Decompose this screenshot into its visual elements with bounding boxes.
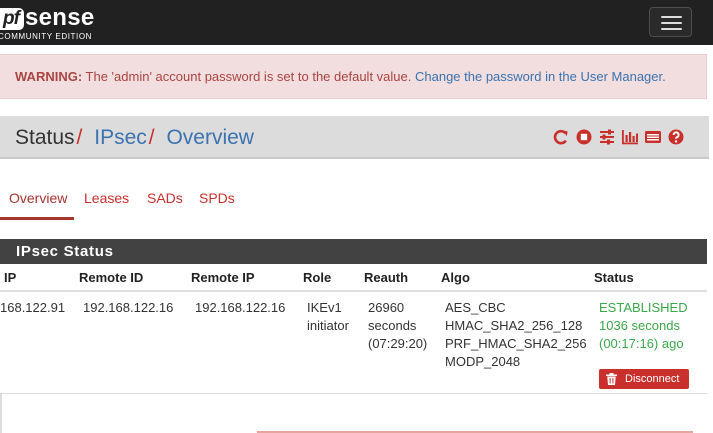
column-header[interactable]: Remote ID — [79, 270, 143, 285]
hamburger-bar-icon — [661, 16, 682, 18]
logo-pf-mark: pf — [0, 8, 24, 30]
cell-role: IKEv1 initiator — [307, 299, 349, 335]
table-row: 168.122.91 192.168.122.16 192.168.122.16… — [0, 294, 707, 394]
status-established: ESTABLISHED — [599, 300, 688, 315]
cell-algo: AES_CBC HMAC_SHA2_256_128 PRF_HMAC_SHA2_… — [445, 299, 587, 371]
breadcrumb-separator: / — [148, 126, 155, 149]
change-password-link[interactable]: Change the password in the User Manager. — [415, 69, 666, 84]
column-header[interactable]: IP — [4, 270, 16, 285]
hamburger-bar-icon — [661, 22, 682, 24]
ipsec-tabs: Overview Leases SADs SPDs — [0, 184, 713, 220]
cell-status: ESTABLISHED 1036 seconds (00:17:16) ago — [599, 299, 688, 353]
top-navbar: pf sense COMMUNITY EDITION — [0, 0, 713, 45]
cell-remote-id: 192.168.122.16 — [83, 300, 174, 315]
column-header[interactable]: Status — [594, 270, 634, 285]
role-line: IKEv1 — [307, 300, 342, 315]
algo-line: MODP_2048 — [445, 354, 521, 369]
pfsense-logo[interactable]: pf sense COMMUNITY EDITION — [0, 6, 108, 42]
default-password-warning: WARNING: The 'admin' account password is… — [0, 54, 707, 99]
reauth-line: (07:29:20) — [368, 336, 428, 351]
breadcrumb-separator: / — [76, 126, 83, 149]
breadcrumb: Status/ IPsec/ Overview — [15, 126, 254, 150]
page-toolbar — [552, 128, 685, 146]
column-header[interactable]: Role — [303, 270, 331, 285]
ipsec-status-heading: IPsec Status — [0, 239, 707, 264]
hamburger-bar-icon — [661, 28, 682, 30]
reauth-line: seconds — [368, 318, 417, 333]
disconnect-button[interactable]: Disconnect — [599, 369, 689, 389]
role-line: initiator — [307, 318, 349, 333]
breadcrumb-overview[interactable]: Overview — [166, 126, 254, 149]
logo-edition: COMMUNITY EDITION — [0, 32, 93, 41]
cell-ip: 168.122.91 — [0, 300, 66, 315]
table-header: IP Remote ID Remote IP Role Reauth Algo … — [0, 264, 707, 292]
breadcrumb-ipsec[interactable]: IPsec — [94, 126, 147, 149]
algo-line: HMAC_SHA2_256_128 — [445, 318, 583, 333]
logo-wordmark: sense — [25, 4, 95, 31]
tab-leases[interactable]: Leases — [84, 184, 129, 220]
warning-label: WARNING: — [15, 69, 83, 84]
status-duration: 1036 seconds — [599, 318, 680, 333]
panel-left-border — [0, 394, 2, 433]
algo-line: AES_CBC — [445, 300, 506, 315]
bar-chart-icon[interactable] — [621, 128, 639, 146]
status-ago: (00:17:16) ago — [599, 336, 684, 351]
column-header[interactable]: Reauth — [364, 270, 408, 285]
warning-message: The 'admin' account password is set to t… — [82, 69, 415, 84]
cell-remote-ip: 192.168.122.16 — [195, 300, 286, 315]
reauth-line: 26960 — [368, 300, 405, 315]
log-icon[interactable] — [644, 128, 662, 146]
disconnect-label: Disconnect — [625, 373, 680, 385]
help-icon[interactable] — [667, 128, 685, 146]
breadcrumb-status: Status — [15, 126, 75, 149]
tab-sads[interactable]: SADs — [147, 184, 183, 220]
trash-icon — [606, 373, 617, 385]
reload-icon[interactable] — [552, 128, 570, 146]
algo-line: PRF_HMAC_SHA2_256 — [445, 336, 587, 351]
sliders-icon[interactable] — [598, 128, 616, 146]
column-header[interactable]: Algo — [441, 270, 470, 285]
stop-icon[interactable] — [575, 128, 593, 146]
breadcrumb-bar: Status/ IPsec/ Overview — [0, 116, 709, 159]
tab-spds[interactable]: SPDs — [199, 184, 235, 220]
tab-overview[interactable]: Overview — [0, 184, 74, 220]
cell-reauth: 26960 seconds (07:29:20) — [368, 299, 427, 353]
menu-toggle-button[interactable] — [649, 7, 692, 37]
column-header[interactable]: Remote IP — [191, 270, 255, 285]
